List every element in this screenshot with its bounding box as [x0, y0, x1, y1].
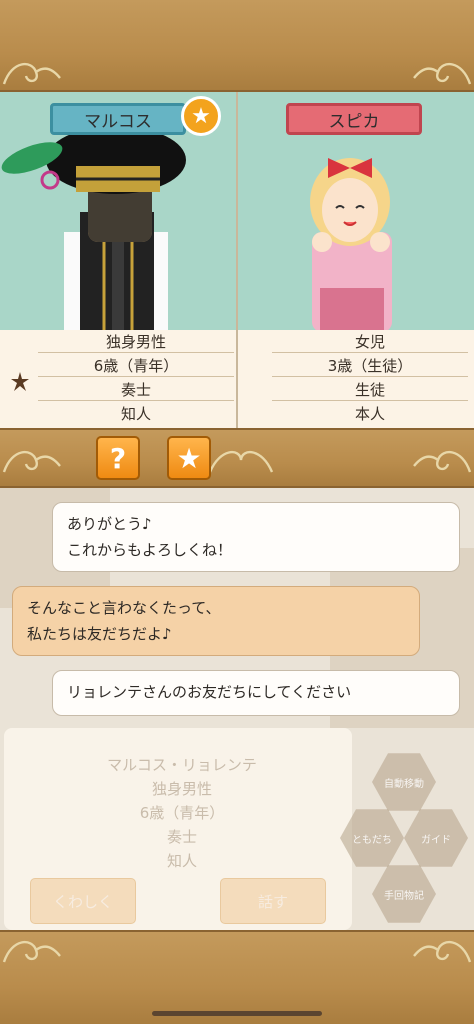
menu-label: ガイド	[421, 834, 451, 846]
top-wood-bar	[0, 0, 474, 92]
chat-bubble-self: リョレンテさんのお友だちにしてください	[52, 670, 460, 716]
middle-wood-bar	[0, 428, 474, 488]
background-card-info: 奏士	[166, 828, 197, 846]
center-scroll-ornament	[208, 450, 274, 473]
background-card-info: 6歳（青年）	[139, 804, 225, 822]
chat-line: これからもよろしくね！	[67, 541, 233, 559]
right-character-info: 女児 3歳（生徒） 生徒 本人	[238, 330, 474, 428]
info-row: 知人	[120, 405, 151, 423]
left-character-name-tag: マルコス	[50, 103, 186, 135]
left-scroll-ornament	[2, 62, 61, 85]
background-card-info: 独身男性	[151, 780, 212, 798]
star-icon: ★	[181, 96, 221, 136]
left-character-info: 独身男性 6歳（青年） 奏士 知人	[0, 330, 236, 428]
chat-bubble-other: そんなこと言わなくたって、 私たちは友だちだよ♪	[12, 586, 420, 656]
chat-line: リョレンテさんのお友だちにしてください	[67, 683, 352, 701]
info-row: 3歳（生徒）	[272, 354, 468, 377]
info-row: 独身男性	[38, 330, 234, 353]
left-scroll-ornament	[2, 450, 61, 473]
left-scroll-ornament	[2, 940, 61, 963]
chat-bubble-self: ありがとう♪ これからもよろしくね！	[52, 502, 460, 572]
details-button: くわしく	[30, 878, 136, 924]
background-card-info: 知人	[166, 852, 197, 870]
menu-label: ともだち	[352, 834, 392, 846]
home-indicator[interactable]	[152, 1011, 322, 1016]
favorite-button[interactable]: ★	[167, 436, 211, 480]
info-row: 生徒	[272, 378, 468, 401]
info-row: 本人	[354, 405, 385, 423]
flower-icon	[11, 372, 29, 391]
chat-line: 私たちは友だちだよ♪	[27, 625, 172, 643]
talk-button: 話す	[220, 878, 326, 924]
question-button[interactable]: ?	[96, 436, 140, 480]
bottom-wood-bar	[0, 930, 474, 1024]
menu-label: 手回物記	[384, 890, 424, 902]
chat-line: ありがとう♪	[67, 515, 152, 533]
right-character-name-tag: スピカ	[286, 103, 422, 135]
info-row: 奏士	[38, 378, 234, 401]
question-icon: ?	[109, 441, 127, 475]
background-card-title: マルコス・リョレンテ	[107, 756, 257, 774]
right-scroll-ornament	[413, 62, 472, 85]
right-scroll-ornament	[413, 450, 472, 473]
right-scroll-ornament	[413, 940, 472, 963]
info-row: 女児	[272, 330, 468, 353]
star-icon: ★	[176, 441, 202, 475]
chat-line: そんなこと言わなくたって、	[27, 599, 221, 617]
menu-label: 自動移動	[384, 778, 424, 790]
info-row: 6歳（青年）	[38, 354, 234, 377]
